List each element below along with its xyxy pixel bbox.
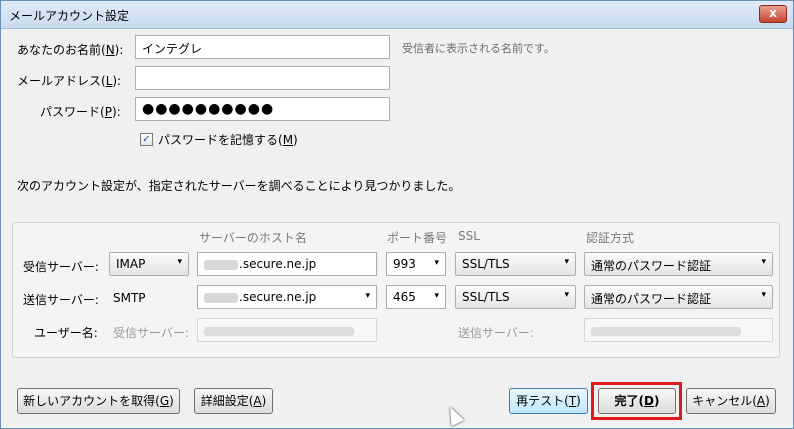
password-label: パスワード(P): [40,105,121,119]
get-new-account-button[interactable]: 新しいアカウントを取得(G) [17,388,180,414]
chevron-down-icon: ▾ [434,291,439,301]
incoming-host-field[interactable]: .secure.ne.jp [197,252,377,276]
redacted-mark [591,327,741,336]
incoming-auth-select[interactable]: 通常のパスワード認証 ▾ [584,252,773,276]
name-value: インテグレ [142,42,203,56]
chevron-down-icon: ▾ [761,257,766,267]
outgoing-protocol: SMTP [113,291,146,305]
incoming-ssl-select[interactable]: SSL/TLS ▾ [455,252,576,276]
incoming-server-label: 受信サーバー: [23,260,99,274]
account-settings-dialog: メールアカウント設定 x [0,0,794,429]
close-icon: x [769,6,777,20]
window-title: メールアカウント設定 [9,9,130,23]
redacted-mark [204,259,238,270]
chevron-down-icon: ▾ [564,290,569,300]
check-icon: ✓ [142,134,151,145]
advanced-settings-button[interactable]: 詳細設定(A) [194,388,273,414]
incoming-port-combo[interactable]: 993 ▾ [386,252,446,276]
chevron-down-icon: ▾ [761,290,766,300]
email-label: メールアドレス(L): [17,74,122,88]
password-value: ●●●●●●●●●● [142,101,275,117]
username-incoming-label: 受信サーバー: [113,326,189,340]
cancel-button[interactable]: キャンセル(A) [686,388,776,414]
header-ssl: SSL [458,229,480,243]
password-field[interactable]: ●●●●●●●●●● [135,97,390,121]
status-message: 次のアカウント設定が、指定されたサーバーを調べることにより見つかりました。 [17,179,461,193]
outgoing-port-combo[interactable]: 465 ▾ [386,285,446,309]
chevron-down-icon: ▾ [365,291,370,301]
outgoing-host-combo[interactable]: .secure.ne.jp ▾ [197,285,377,309]
name-hint: 受信者に表示される名前です。 [402,42,555,55]
chevron-down-icon: ▾ [434,258,439,268]
close-button[interactable]: x [759,5,787,23]
remember-password-label: パスワードを記憶する(M) [158,133,298,147]
redacted-mark [204,327,354,336]
outgoing-auth-select[interactable]: 通常のパスワード認証 ▾ [584,285,773,309]
highlight-box [591,382,682,420]
header-auth: 認証方式 [586,231,635,245]
email-field[interactable] [135,66,390,90]
name-field[interactable]: インテグレ [135,35,390,59]
chevron-down-icon: ▾ [564,257,569,267]
outgoing-username-field[interactable] [584,318,773,342]
header-port: ポート番号 [387,231,448,245]
username-outgoing-label: 送信サーバー: [458,326,534,340]
username-label: ユーザー名: [34,326,98,340]
incoming-protocol-select[interactable]: IMAP ▾ [109,252,189,276]
title-bar: メールアカウント設定 x [1,1,793,29]
retest-button[interactable]: 再テスト(T) [509,388,588,414]
remember-password-checkbox[interactable]: ✓ [140,133,153,146]
outgoing-ssl-select[interactable]: SSL/TLS ▾ [455,285,576,309]
chevron-down-icon: ▾ [177,257,182,267]
header-host: サーバーのホスト名 [199,231,307,245]
outgoing-server-label: 送信サーバー: [23,293,99,307]
name-label: あなたのお名前(N): [17,43,124,57]
redacted-mark [204,292,238,303]
incoming-username-field[interactable] [197,318,377,342]
